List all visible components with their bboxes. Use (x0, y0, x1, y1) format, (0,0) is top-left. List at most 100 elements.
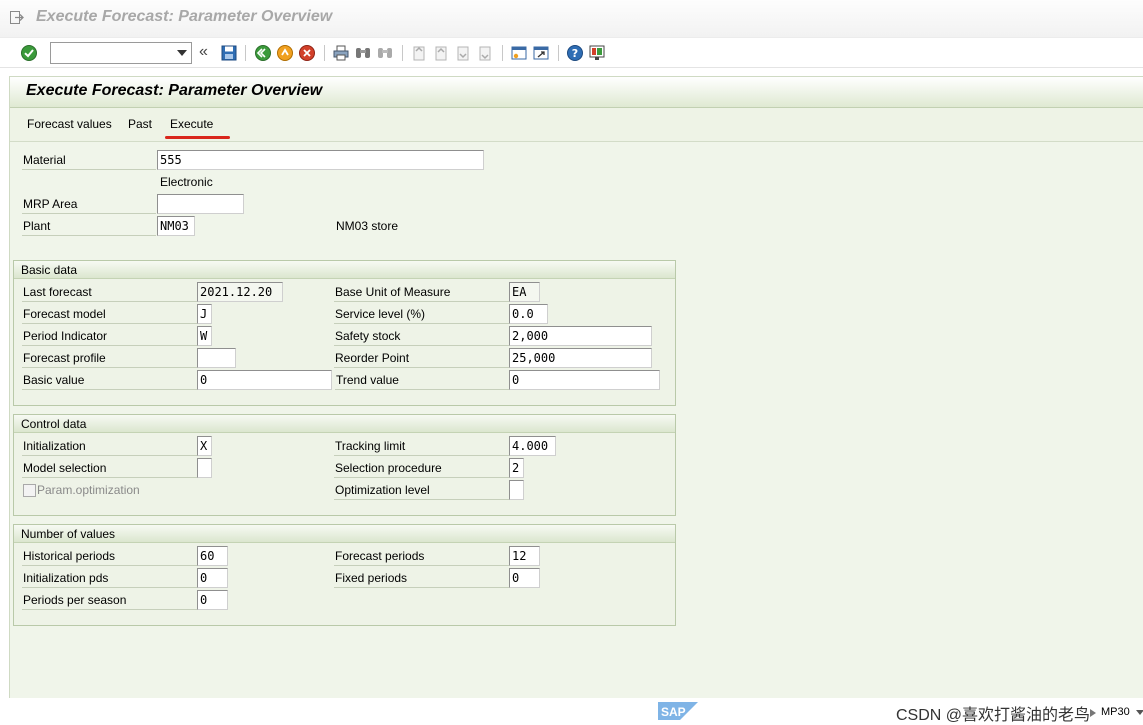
last-page-icon[interactable] (476, 44, 494, 62)
toolbar-separator (558, 45, 559, 61)
model-selection-label: Model selection (22, 458, 197, 478)
forecast-model-field[interactable]: J (197, 304, 212, 324)
selection-procedure-field[interactable]: 2 (509, 458, 524, 478)
plant-label: Plant (22, 216, 156, 236)
forecast-profile-field[interactable] (197, 348, 236, 368)
transaction-code: MP30 (1101, 706, 1130, 718)
first-page-icon[interactable] (410, 44, 428, 62)
optimization-level-label: Optimization level (334, 480, 509, 500)
group-title: Control data (21, 417, 87, 431)
base-uom-label: Base Unit of Measure (334, 282, 509, 302)
group-header: Control data (14, 415, 675, 433)
application-toolbar: Forecast values Past Execute (10, 108, 1143, 142)
status-arrow-icon[interactable] (1090, 709, 1096, 717)
initialization-pds-label: Initialization pds (22, 568, 197, 588)
trend-value-field[interactable]: 0 (509, 370, 660, 390)
trend-value-label: Trend value (335, 370, 509, 390)
svg-text:?: ? (572, 47, 578, 60)
back-icon[interactable] (254, 44, 272, 62)
safety-stock-field[interactable]: 2,000 (509, 326, 652, 346)
save-icon[interactable] (220, 44, 238, 62)
last-forecast-field[interactable]: 2021.12.20 (197, 282, 283, 302)
plant-description: NM03 store (336, 219, 399, 233)
param-optimization-label: Param.optimization (37, 483, 140, 497)
exit-icon[interactable] (276, 44, 294, 62)
forecast-profile-label: Forecast profile (22, 348, 197, 368)
standard-toolbar: « ? (0, 37, 1143, 68)
screen-title: Execute Forecast: Parameter Overview (26, 82, 323, 99)
command-field[interactable] (50, 42, 192, 64)
fixed-periods-field[interactable]: 0 (509, 568, 540, 588)
status-bar: SAP CSDN @喜欢打酱油的老鸟 MP30 (0, 698, 1143, 724)
reorder-point-field[interactable]: 25,000 (509, 348, 652, 368)
plant-field[interactable]: NM03 (157, 216, 195, 236)
chevron-down-icon[interactable] (177, 50, 187, 56)
group-title: Basic data (21, 263, 78, 277)
reorder-point-label: Reorder Point (334, 348, 509, 368)
title-bar: Execute Forecast: Parameter Overview (0, 0, 1143, 37)
optimization-level-field[interactable] (509, 480, 524, 500)
toolbar-separator (502, 45, 503, 61)
historical-periods-label: Historical periods (22, 546, 197, 566)
command-input[interactable] (51, 43, 173, 63)
base-uom-field[interactable]: EA (509, 282, 540, 302)
selection-procedure-label: Selection procedure (334, 458, 509, 478)
period-indicator-field[interactable]: W (197, 326, 212, 346)
model-selection-field[interactable] (197, 458, 212, 478)
customize-layout-icon[interactable] (588, 44, 606, 62)
shortcut-icon[interactable] (532, 44, 550, 62)
next-page-icon[interactable] (454, 44, 472, 62)
toolbar-separator (245, 45, 246, 61)
group-title: Number of values (21, 527, 116, 541)
execute-button[interactable]: Execute (170, 117, 213, 131)
fixed-periods-label: Fixed periods (334, 568, 509, 588)
safety-stock-label: Safety stock (334, 326, 509, 346)
sap-logo-icon: SAP (658, 702, 698, 720)
screen-header: Execute Forecast: Parameter Overview (10, 77, 1143, 108)
initialization-field[interactable]: X (197, 436, 212, 456)
chevron-down-icon[interactable] (1136, 710, 1143, 715)
group-header: Basic data (14, 261, 675, 279)
window-title: Execute Forecast: Parameter Overview (36, 8, 333, 25)
initialization-pds-field[interactable]: 0 (197, 568, 228, 588)
print-icon[interactable] (332, 44, 350, 62)
new-session-icon[interactable] (510, 44, 528, 62)
basic-value-label: Basic value (22, 370, 197, 390)
find-icon[interactable] (354, 44, 372, 62)
forecast-model-label: Forecast model (22, 304, 197, 324)
previous-page-icon[interactable] (432, 44, 450, 62)
mrp-area-field[interactable] (157, 194, 244, 214)
watermark-text: CSDN @喜欢打酱油的老鸟 (896, 707, 1091, 724)
group-header: Number of values (14, 525, 675, 543)
svg-text:SAP: SAP (661, 705, 686, 719)
last-forecast-label: Last forecast (22, 282, 197, 302)
service-level-label: Service level (%) (334, 304, 509, 324)
historical-periods-field[interactable]: 60 (197, 546, 228, 566)
exit-menu-icon[interactable] (10, 11, 24, 24)
material-field[interactable]: 555 (157, 150, 484, 170)
service-level-field[interactable]: 0.0 (509, 304, 548, 324)
cancel-icon[interactable] (298, 44, 316, 62)
forecast-periods-field[interactable]: 12 (509, 546, 540, 566)
forecast-values-button[interactable]: Forecast values (27, 117, 112, 131)
param-optimization-checkbox[interactable] (23, 484, 36, 497)
material-label: Material (22, 150, 156, 170)
execute-highlight-underline (165, 136, 230, 139)
material-description: Electronic (160, 175, 213, 189)
tracking-limit-field[interactable]: 4.000 (509, 436, 556, 456)
toolbar-separator (324, 45, 325, 61)
toolbar-separator (402, 45, 403, 61)
past-button[interactable]: Past (128, 117, 152, 131)
tracking-limit-label: Tracking limit (334, 436, 509, 456)
periods-per-season-label: Periods per season (22, 590, 197, 610)
initialization-label: Initialization (22, 436, 197, 456)
period-indicator-label: Period Indicator (22, 326, 197, 346)
basic-value-field[interactable]: 0 (197, 370, 332, 390)
collapse-command-icon[interactable]: « (199, 43, 208, 61)
periods-per-season-field[interactable]: 0 (197, 590, 228, 610)
help-icon[interactable]: ? (566, 44, 584, 62)
enter-check-icon[interactable] (20, 44, 38, 62)
find-next-icon[interactable] (376, 44, 394, 62)
mrp-area-label: MRP Area (22, 194, 156, 214)
forecast-periods-label: Forecast periods (334, 546, 509, 566)
